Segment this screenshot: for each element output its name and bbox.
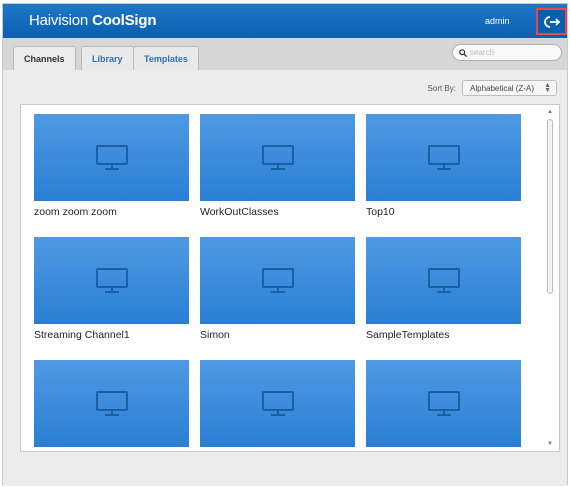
monitor-icon bbox=[95, 267, 128, 293]
vertical-scrollbar[interactable]: ▲ ▼ bbox=[546, 109, 555, 447]
brand-name-part2: CoolSign bbox=[92, 12, 157, 29]
logout-icon bbox=[543, 15, 560, 28]
search-icon bbox=[459, 48, 467, 57]
tab-channels[interactable]: Channels bbox=[13, 46, 76, 71]
monitor-icon bbox=[427, 144, 460, 170]
search-box[interactable] bbox=[452, 44, 562, 61]
logout-button[interactable] bbox=[536, 8, 567, 35]
username-label[interactable]: admin bbox=[485, 16, 510, 26]
channel-name[interactable]: Top10 bbox=[366, 206, 521, 218]
sort-label: Sort By: bbox=[427, 83, 456, 93]
channel-tile[interactable]: Top10 bbox=[366, 114, 521, 218]
monitor-icon bbox=[261, 267, 294, 293]
select-arrows-icon: ▲ ▼ bbox=[544, 82, 551, 94]
channels-grid: zoom zoom zoom WorkOutClasses Top10 Stre… bbox=[20, 104, 560, 452]
channel-tile[interactable]: zoom zoom zoom bbox=[34, 114, 189, 218]
monitor-icon bbox=[261, 390, 294, 416]
tab-templates[interactable]: Templates bbox=[133, 46, 199, 70]
channel-thumbnail[interactable] bbox=[366, 114, 521, 201]
monitor-icon bbox=[261, 144, 294, 170]
sort-row: Sort By: Alphabetical (Z-A) ▲ ▼ bbox=[428, 80, 557, 96]
search-input[interactable] bbox=[470, 48, 556, 57]
sort-select[interactable]: Alphabetical (Z-A) ▲ ▼ bbox=[462, 80, 557, 96]
channel-thumbnail[interactable] bbox=[366, 237, 521, 324]
tab-library[interactable]: Library bbox=[81, 46, 134, 70]
channel-tile[interactable]: SampleTemplates bbox=[366, 237, 521, 341]
brand-name-part1: Haivision bbox=[29, 12, 89, 29]
channel-tile[interactable] bbox=[200, 360, 355, 451]
channel-name[interactable]: Simon bbox=[200, 329, 355, 341]
app-window: Haivision CoolSign admin Channels Library… bbox=[2, 3, 568, 486]
channel-tile[interactable]: Simon bbox=[200, 237, 355, 341]
monitor-icon bbox=[95, 144, 128, 170]
channel-name[interactable]: Streaming Channel1 bbox=[34, 329, 189, 341]
channel-thumbnail[interactable] bbox=[34, 114, 189, 201]
channel-thumbnail[interactable] bbox=[34, 237, 189, 324]
channel-thumbnail[interactable] bbox=[200, 114, 355, 201]
tab-strip: Channels Library Templates bbox=[3, 38, 567, 71]
channel-tile[interactable]: Streaming Channel1 bbox=[34, 237, 189, 341]
channel-tile[interactable]: WorkOutClasses bbox=[200, 114, 355, 218]
channel-thumbnail[interactable] bbox=[200, 360, 355, 447]
brand-logo: Haivision CoolSign bbox=[29, 12, 156, 29]
channel-name[interactable]: SampleTemplates bbox=[366, 329, 521, 341]
monitor-icon bbox=[427, 267, 460, 293]
monitor-icon bbox=[95, 390, 128, 416]
main-content: Sort By: Alphabetical (Z-A) ▲ ▼ zoom zoom… bbox=[3, 70, 567, 486]
channel-thumbnail[interactable] bbox=[366, 360, 521, 447]
channel-thumbnail[interactable] bbox=[34, 360, 189, 447]
scroll-down-icon[interactable]: ▼ bbox=[547, 441, 553, 447]
scrollbar-thumb[interactable] bbox=[547, 119, 553, 294]
top-bar: Haivision CoolSign admin bbox=[3, 4, 567, 38]
scroll-up-icon[interactable]: ▲ bbox=[547, 109, 553, 115]
channel-tile[interactable] bbox=[34, 360, 189, 451]
channel-name[interactable]: WorkOutClasses bbox=[200, 206, 355, 218]
channel-name[interactable]: zoom zoom zoom bbox=[34, 206, 189, 218]
channel-thumbnail[interactable] bbox=[200, 237, 355, 324]
sort-selected-value: Alphabetical (Z-A) bbox=[470, 83, 535, 93]
monitor-icon bbox=[427, 390, 460, 416]
channel-tile[interactable] bbox=[366, 360, 521, 451]
